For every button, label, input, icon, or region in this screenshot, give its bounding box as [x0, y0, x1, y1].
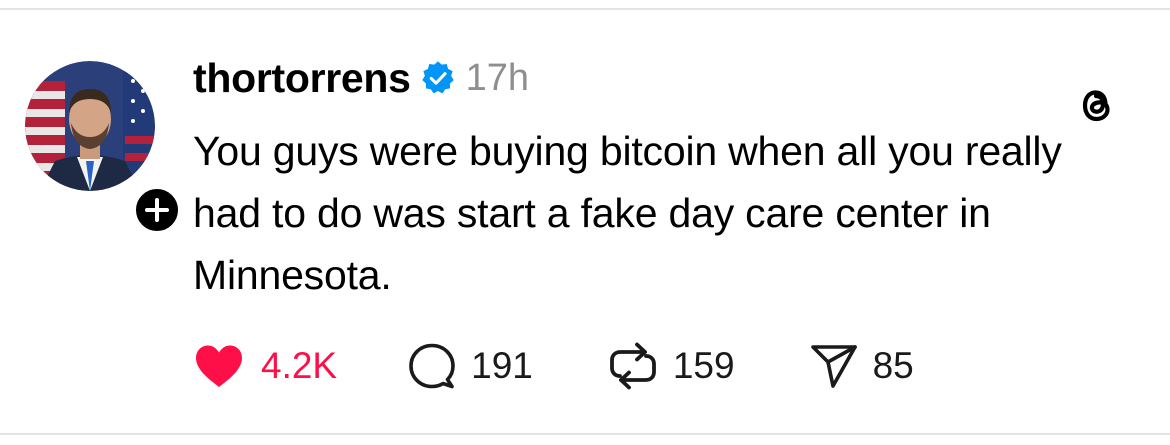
paper-plane-icon — [810, 345, 857, 388]
comment-count: 191 — [471, 345, 533, 386]
like-button[interactable]: 4.2K — [193, 343, 337, 389]
post-timestamp: 17h — [465, 56, 530, 99]
follow-button[interactable] — [130, 183, 184, 237]
post-actions-bar: 4.2K 191 159 85 — [193, 338, 914, 394]
bottom-divider — [0, 433, 1170, 435]
author-username[interactable]: thortorrens — [193, 55, 411, 102]
repost-icon — [609, 342, 656, 390]
avatar[interactable] — [25, 61, 155, 191]
author-avatar-container[interactable] — [25, 61, 184, 237]
repost-count: 159 — [672, 345, 735, 386]
repost-button[interactable]: 159 — [607, 341, 735, 391]
comment-button[interactable]: 191 — [407, 341, 533, 391]
post-body-text: You guys were buying bitcoin when all yo… — [193, 128, 1062, 298]
speech-bubble-icon — [409, 343, 455, 389]
verified-badge-icon — [421, 61, 454, 94]
like-count: 4.2K — [261, 345, 338, 386]
share-count: 85 — [872, 345, 914, 386]
top-divider — [0, 8, 1170, 10]
heart-filled-icon — [196, 345, 242, 387]
post-header: thortorrens 17h — [193, 52, 529, 104]
plus-icon — [145, 198, 169, 222]
share-button[interactable]: 85 — [809, 342, 914, 390]
